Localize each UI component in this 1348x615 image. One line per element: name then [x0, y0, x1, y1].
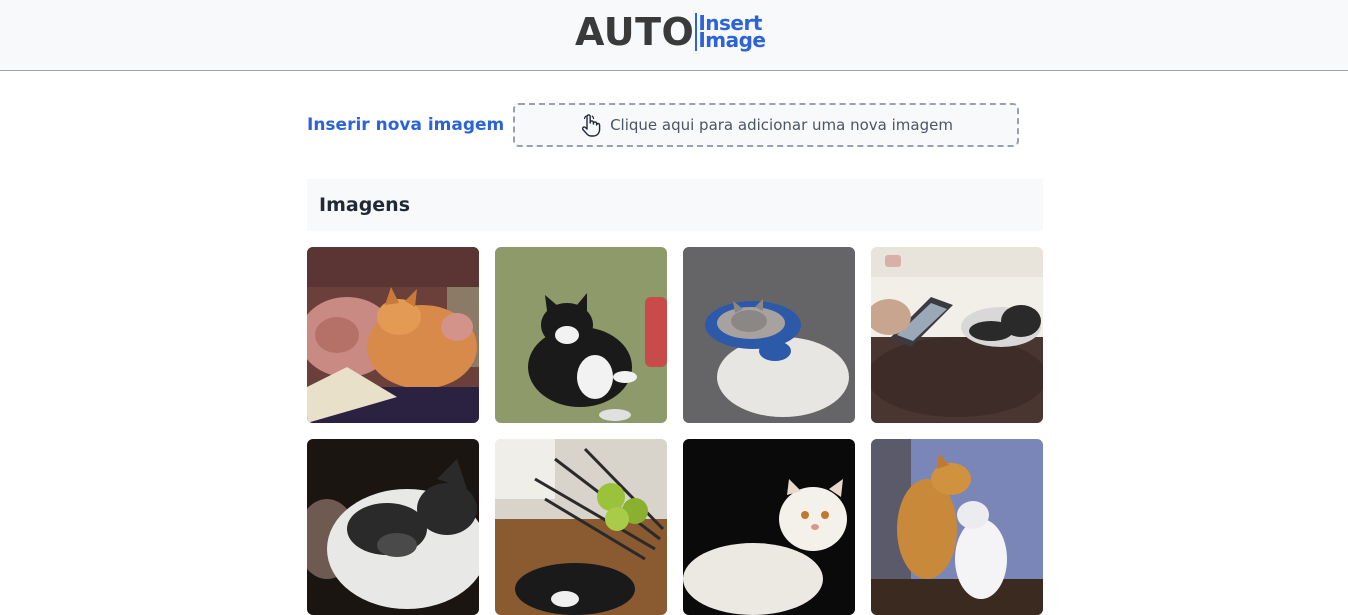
cat-photo-7	[683, 439, 855, 615]
cat-photo-5	[307, 439, 479, 615]
upload-label: Inserir nova imagem	[307, 115, 505, 135]
upload-row: Inserir nova imagem Clique aqui para adi…	[307, 103, 1019, 147]
dropzone-text: Clique aqui para adicionar uma nova imag…	[610, 116, 953, 134]
image-gallery	[307, 247, 1043, 615]
app-header: AUTO Insert Image	[0, 0, 1348, 71]
gallery-header: Imagens	[307, 179, 1043, 231]
gallery-image[interactable]	[683, 247, 855, 423]
image-dropzone[interactable]: Clique aqui para adicionar uma nova imag…	[513, 103, 1019, 147]
gallery-title: Imagens	[319, 194, 411, 216]
logo-main-text: AUTO	[575, 10, 695, 54]
cat-photo-2	[495, 247, 667, 423]
gallery-image[interactable]	[495, 247, 667, 423]
app-logo[interactable]: AUTO Insert Image	[575, 11, 766, 53]
gallery-image[interactable]	[307, 439, 479, 615]
logo-sub-text: Insert Image	[695, 13, 766, 52]
cat-photo-6	[495, 439, 667, 615]
gallery-image[interactable]	[307, 247, 479, 423]
pointer-hand-icon	[582, 114, 601, 137]
gallery-image[interactable]	[495, 439, 667, 615]
gallery-image[interactable]	[871, 247, 1043, 423]
gallery-image[interactable]	[683, 439, 855, 615]
cat-photo-8	[871, 439, 1043, 615]
cat-photo-3	[683, 247, 855, 423]
cat-photo-4	[871, 247, 1043, 423]
gallery-image[interactable]	[871, 439, 1043, 615]
cat-photo-1	[307, 247, 479, 423]
logo-sub-bottom: Image	[698, 28, 766, 52]
